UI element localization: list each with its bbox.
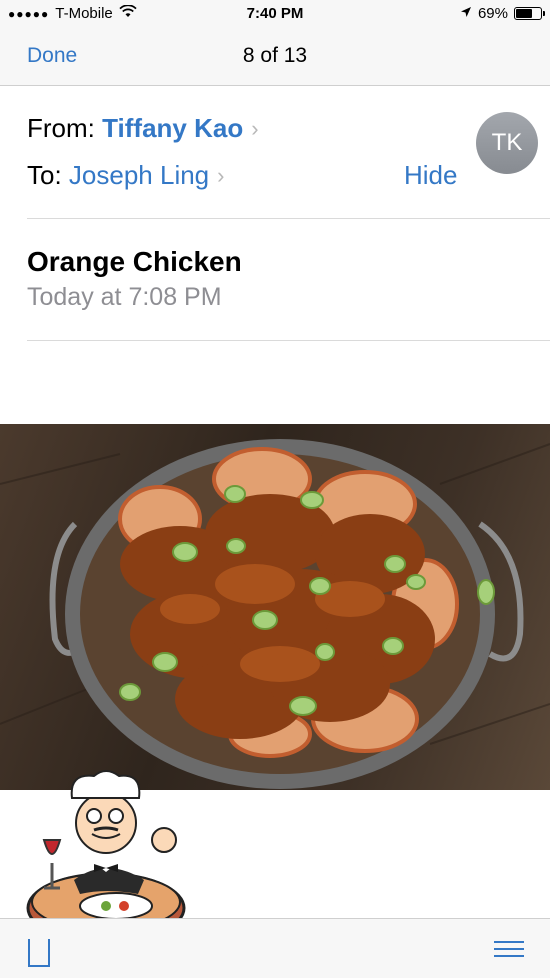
list-icon[interactable]	[494, 941, 524, 959]
from-label: From:	[27, 113, 95, 143]
location-arrow-icon	[460, 5, 472, 22]
bottom-toolbar	[0, 918, 550, 978]
header-divider	[27, 218, 550, 219]
chevron-right-icon: ›	[251, 115, 259, 141]
body-divider	[27, 340, 550, 341]
navigation-bar: Done 8 of 13	[0, 28, 550, 86]
to-label: To:	[27, 160, 62, 190]
hide-details-button[interactable]: Hide	[404, 160, 457, 191]
status-right: 69%	[460, 5, 545, 22]
battery-percent: 69%	[477, 5, 508, 22]
to-row: To: Joseph Ling ›	[27, 160, 224, 191]
message-date: Today at 7:08 PM	[27, 283, 222, 311]
message-subject: Orange Chicken	[27, 246, 242, 277]
recipient-name[interactable]: Joseph Ling	[69, 160, 209, 191]
avatar[interactable]: TK	[476, 112, 538, 174]
food-photo-drawing	[0, 439, 550, 789]
from-row: From: Tiffany Kao ›	[27, 113, 259, 144]
battery-icon	[514, 7, 545, 20]
message-counter: 8 of 13	[242, 44, 308, 67]
battery-fill	[516, 9, 532, 18]
status-bar: ●●●●● T-Mobile 7:40 PM 69%	[0, 0, 550, 28]
food-photo[interactable]	[0, 424, 550, 790]
flag-icon[interactable]	[28, 939, 50, 967]
sender-name[interactable]: Tiffany Kao	[102, 113, 243, 144]
chevron-right-icon: ›	[217, 162, 225, 188]
